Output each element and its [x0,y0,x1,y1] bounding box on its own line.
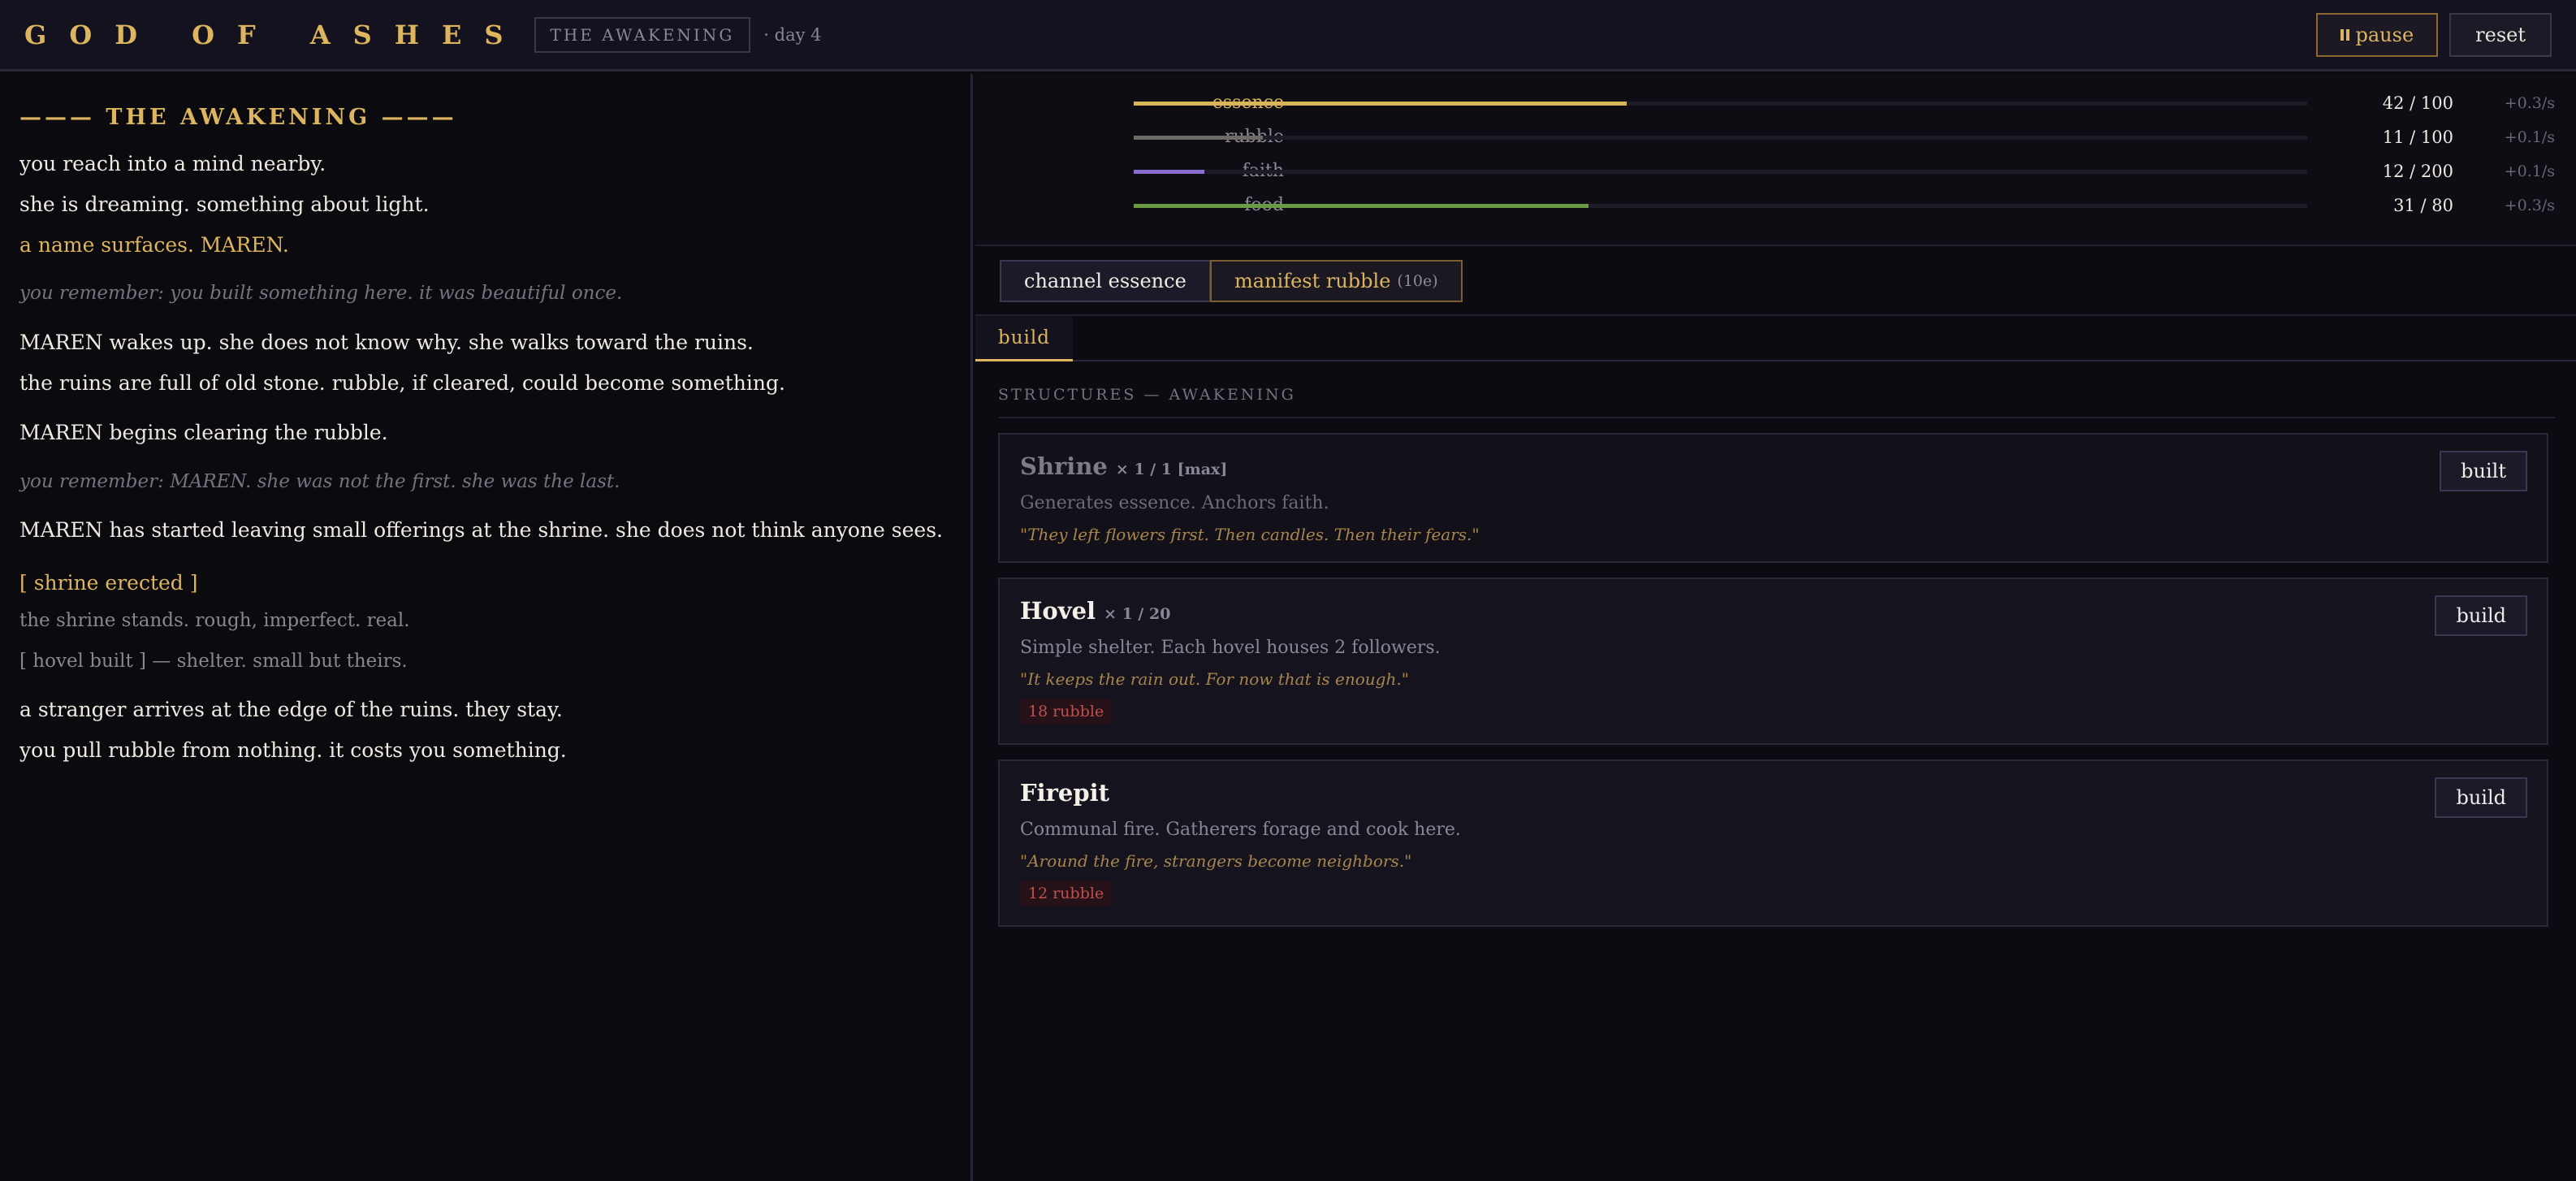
log-line: a name surfaces. MAREN. [19,233,289,257]
log-line: the shrine stands. rough, imperfect. rea… [19,610,410,631]
tab-bar: build [975,316,2576,361]
log-line: [ hovel built ] — shelter. small but the… [19,651,408,672]
log-line: MAREN wakes up. she does not know why. s… [19,331,754,354]
resource-row-food: food 31 / 80 +0.3/s [975,189,2576,222]
day-counter: · day 4 [763,24,822,45]
log-heading: ——— THE AWAKENING ——— [19,105,457,130]
resource-row-faith: faith 12 / 200 +0.1/s [975,155,2576,188]
log-line: the ruins are full of old stone. rubble,… [19,371,785,395]
resource-bar [1134,170,2307,174]
structure-name: Hovel [1020,597,1096,625]
channel-essence-button[interactable]: channel essence [1000,260,1211,302]
structure-quote: "It keeps the rain out. For now that is … [1020,669,1409,689]
resource-rate: +0.1/s [2504,128,2555,146]
structure-cost: 18 rubble [1020,699,1113,724]
structure-quote: "They left flowers first. Then candles. … [1020,525,1480,544]
section-divider [998,417,2555,418]
resource-value: 31 / 80 [2393,196,2453,215]
resource-row-rubble: rubble 11 / 100 +0.1/s [975,121,2576,154]
resource-bar-fill [1134,170,1204,174]
tab-build[interactable]: build [975,316,1073,361]
resource-bar-fill [1134,136,1263,140]
log-line: you remember: MAREN. she was not the fir… [19,471,620,492]
structure-quote: "Around the fire, strangers become neigh… [1020,851,1412,871]
structure-title: Shrine × 1 / 1 [max] [1020,452,1227,480]
chapter-badge: THE AWAKENING [534,16,751,53]
structure-name: Shrine [1020,452,1108,480]
resource-value: 42 / 100 [2382,93,2453,113]
structure-description: Generates essence. Anchors faith. [1020,493,1329,513]
resource-bar-fill [1134,102,1627,106]
log-line: you reach into a mind nearby. [19,152,326,175]
resource-rate: +0.1/s [2504,162,2555,180]
structure-description: Communal fire. Gatherers forage and cook… [1020,820,1461,840]
main-panel: essence 42 / 100 +0.3/s rubble 11 / 100 … [975,74,2576,1181]
section-title: STRUCTURES — AWAKENING [998,386,1296,404]
structure-card-shrine: Shrine × 1 / 1 [max] Generates essence. A… [998,433,2548,563]
log-line: a stranger arrives at the edge of the ru… [19,698,563,721]
resource-bar [1134,102,2307,106]
structure-title: Hovel × 1 / 20 [1020,597,1170,625]
shrine-built-button[interactable]: built [2440,451,2527,491]
structure-description: Simple shelter. Each hovel houses 2 foll… [1020,638,1441,658]
manifest-rubble-button[interactable]: manifest rubble (10e) [1210,260,1463,302]
action-bar: channel essence manifest rubble (10e) [975,246,2576,316]
log-line: [ shrine erected ] [19,571,198,595]
structure-card-firepit: Firepit Communal fire. Gatherers forage … [998,759,2548,927]
hovel-build-button[interactable]: build [2435,595,2527,636]
log-line: MAREN begins clearing the rubble. [19,421,388,444]
manifest-label: manifest rubble [1234,270,1391,292]
log-line: you pull rubble from nothing. it costs y… [19,738,567,762]
pause-icon [2340,28,2349,41]
resource-panel: essence 42 / 100 +0.3/s rubble 11 / 100 … [975,74,2576,246]
log-line: she is dreaming. something about light. [19,193,430,216]
structure-count: × 1 / 1 [max] [1115,461,1228,478]
log-line: MAREN has started leaving small offering… [19,518,943,542]
firepit-build-button[interactable]: build [2435,777,2527,818]
resource-value: 12 / 200 [2382,162,2453,181]
resource-bar [1134,136,2307,140]
structure-count: × 1 / 20 [1104,605,1171,623]
resource-value: 11 / 100 [2382,128,2453,147]
structure-name: Firepit [1020,779,1110,807]
resource-bar-fill [1134,204,1588,208]
resource-bar [1134,204,2307,208]
structure-card-hovel: Hovel × 1 / 20 Simple shelter. Each hovel… [998,578,2548,745]
log-line: you remember: you built something here. … [19,283,623,304]
pause-label: pause [2355,23,2414,46]
game-title: GOD OF ASHES [24,19,526,50]
structure-title: Firepit [1020,779,1109,807]
reset-button[interactable]: reset [2449,12,2552,57]
resource-rate: +0.3/s [2504,197,2555,214]
story-log-panel: ——— THE AWAKENING ——— you reach into a m… [0,74,973,1181]
structure-cost: 12 rubble [1020,881,1113,906]
manifest-cost: (10e) [1397,272,1438,290]
top-bar: GOD OF ASHES THE AWAKENING · day 4 pause… [0,0,2576,71]
pause-button[interactable]: pause [2315,12,2439,57]
resource-row-essence: essence 42 / 100 +0.3/s [975,87,2576,119]
resource-rate: +0.3/s [2504,94,2555,112]
